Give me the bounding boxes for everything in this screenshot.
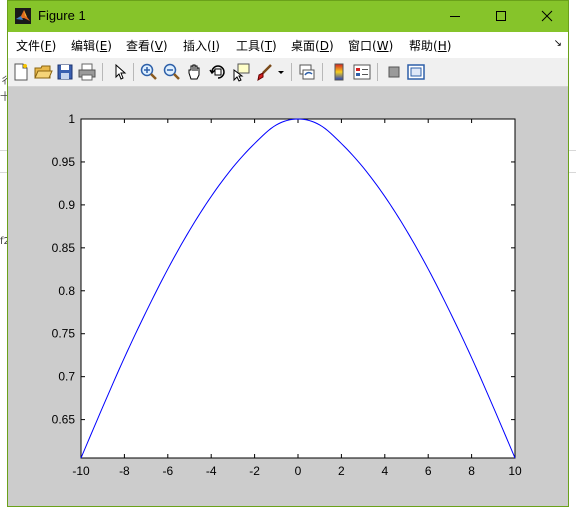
- figure-window: Figure 1 文件(F) 编辑(E) 查看(V) 插入(I) 工具(T) 桌…: [7, 0, 569, 507]
- y-tick-labels: 0.65 0.7 0.75 0.8 0.85 0.9 0.95 1: [52, 112, 76, 427]
- x-tick-labels: -10 -8 -6 -4 -2 0 2 4 6 8 10: [72, 464, 522, 478]
- menu-tools[interactable]: 工具(T): [236, 37, 277, 54]
- figure-toolbar: [8, 58, 568, 87]
- edit-plot-button[interactable]: [109, 62, 129, 82]
- pan-hand-icon: [188, 64, 200, 80]
- y-tick-label: 0.7: [58, 370, 75, 384]
- brush-dropdown-button[interactable]: [276, 62, 286, 82]
- y-tick-label: 0.65: [52, 413, 76, 427]
- menu-overflow-arrow-icon[interactable]: ↘: [554, 38, 562, 49]
- hide-plot-tools-icon: [388, 66, 400, 78]
- minimize-icon: [450, 16, 460, 17]
- menu-view[interactable]: 查看(V): [126, 37, 168, 54]
- insert-legend-button[interactable]: [352, 62, 372, 82]
- axes-background: [80, 118, 516, 459]
- pan-button[interactable]: [185, 62, 205, 82]
- save-button[interactable]: [55, 62, 75, 82]
- save-icon: [57, 64, 73, 80]
- y-tick-label: 0.95: [52, 155, 76, 169]
- maximize-icon: [496, 11, 506, 21]
- rotate-3d-button[interactable]: [208, 62, 228, 82]
- menu-insert[interactable]: 插入(I): [183, 37, 220, 54]
- x-tick-label: 8: [468, 464, 475, 478]
- y-tick-label: 1: [68, 112, 75, 126]
- x-tick-label: 10: [508, 464, 522, 478]
- pointer-icon: [115, 63, 127, 80]
- x-tick-label: -10: [72, 464, 90, 478]
- toolbar-separator: [102, 63, 103, 81]
- y-tick-label: 0.85: [52, 241, 76, 255]
- x-tick-label: -2: [249, 464, 260, 478]
- x-tick-label: 6: [425, 464, 432, 478]
- data-cursor-icon: [233, 63, 250, 82]
- new-figure-icon: [14, 63, 28, 81]
- new-figure-button[interactable]: [11, 62, 31, 82]
- window-title: Figure 1: [38, 8, 86, 23]
- toolbar-separator: [377, 63, 378, 81]
- close-button[interactable]: [524, 1, 570, 32]
- brush-button[interactable]: [255, 62, 275, 82]
- open-file-icon: [34, 65, 53, 79]
- print-button[interactable]: [77, 62, 97, 82]
- menu-file[interactable]: 文件(F): [16, 37, 56, 54]
- menu-window[interactable]: 窗口(W): [348, 37, 393, 54]
- maximize-button[interactable]: [478, 1, 524, 32]
- figure-canvas: -10 -8 -6 -4 -2 0 2 4 6 8 10 0.65 0.7 0.…: [8, 87, 568, 506]
- toolbar-separator: [322, 63, 323, 81]
- hide-plot-tools-button[interactable]: [384, 62, 404, 82]
- x-tick-label: 0: [295, 464, 302, 478]
- brush-icon: [257, 64, 272, 82]
- print-icon: [78, 63, 96, 81]
- menu-help[interactable]: 帮助(H): [409, 37, 451, 54]
- minimize-button[interactable]: [432, 1, 478, 32]
- chevron-down-icon: [278, 71, 284, 74]
- x-tick-label: 4: [381, 464, 388, 478]
- insert-colorbar-button[interactable]: [329, 62, 349, 82]
- link-icon: [299, 64, 315, 80]
- y-tick-label: 0.9: [58, 198, 75, 212]
- rotate-3d-icon: [209, 65, 225, 79]
- x-tick-label: 2: [338, 464, 345, 478]
- toolbar-separator: [133, 63, 134, 81]
- open-file-button[interactable]: [33, 62, 53, 82]
- link-plot-button[interactable]: [297, 62, 317, 82]
- zoom-in-icon: [140, 63, 157, 80]
- zoom-out-icon: [163, 63, 180, 80]
- zoom-out-button[interactable]: [162, 62, 182, 82]
- toolbar-separator: [291, 63, 292, 81]
- colorbar-icon: [334, 63, 344, 81]
- legend-icon: [353, 64, 371, 80]
- line-chart[interactable]: -10 -8 -6 -4 -2 0 2 4 6 8 10 0.65 0.7 0.…: [8, 87, 568, 506]
- zoom-in-button[interactable]: [139, 62, 159, 82]
- menu-desktop[interactable]: 桌面(D): [291, 37, 334, 54]
- x-tick-label: -4: [206, 464, 217, 478]
- close-icon: [541, 10, 553, 22]
- data-cursor-button[interactable]: [231, 62, 251, 82]
- x-tick-label: -6: [162, 464, 173, 478]
- y-tick-label: 0.8: [58, 284, 75, 298]
- y-tick-label: 0.75: [52, 327, 76, 341]
- title-bar[interactable]: Figure 1: [8, 1, 568, 32]
- show-plot-tools-button[interactable]: [406, 62, 426, 82]
- matlab-logo-icon: [15, 8, 31, 24]
- menu-edit[interactable]: 编辑(E): [71, 37, 112, 54]
- show-plot-tools-icon: [407, 64, 425, 80]
- x-tick-label: -8: [119, 464, 130, 478]
- menu-bar: 文件(F) 编辑(E) 查看(V) 插入(I) 工具(T) 桌面(D) 窗口(W…: [8, 32, 568, 58]
